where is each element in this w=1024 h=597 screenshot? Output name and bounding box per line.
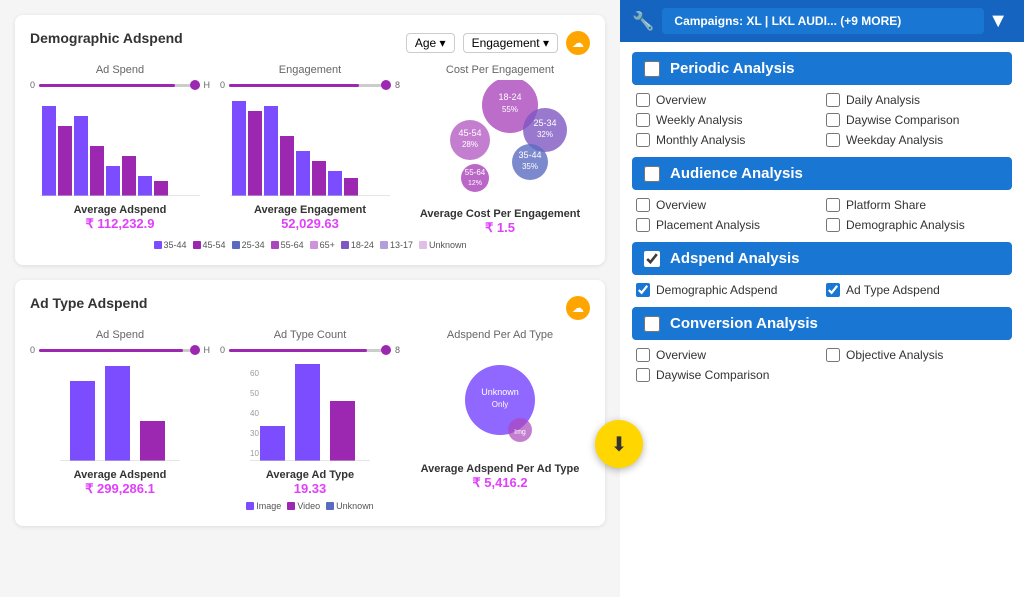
svg-text:35-44: 35-44 <box>518 150 541 160</box>
svg-text:Only: Only <box>492 400 508 409</box>
avg-cpe-value: ₹ 1.5 <box>420 220 580 236</box>
avg-adtype-adspend-label: Average Adspend <box>74 469 167 481</box>
svg-text:50: 50 <box>250 389 259 398</box>
campaigns-button[interactable]: Campaigns: XL | LKL AUDI... (+9 MORE) <box>662 8 984 34</box>
svg-text:55%: 55% <box>502 105 518 114</box>
svg-text:35%: 35% <box>522 162 538 171</box>
periodic-daywise[interactable]: Daywise Comparison <box>826 113 1008 127</box>
conversion-overview[interactable]: Overview <box>636 348 818 362</box>
conversion-checkbox[interactable] <box>644 316 660 332</box>
wrench-icon: 🔧 <box>632 11 654 32</box>
svg-text:Unknown: Unknown <box>481 387 519 397</box>
periodic-daily[interactable]: Daily Analysis <box>826 93 1008 107</box>
conversion-analysis-header[interactable]: Conversion Analysis <box>632 307 1012 340</box>
svg-text:28%: 28% <box>462 140 478 149</box>
avg-adspend-per-adtype-label: Average Adspend Per Ad Type <box>421 463 580 475</box>
adspend-options: Demographic Adspend Ad Type Adspend <box>632 283 1012 297</box>
avg-adtype-count-label: Average Ad Type <box>266 469 354 481</box>
periodic-overview[interactable]: Overview <box>636 93 818 107</box>
svg-text:60: 60 <box>250 369 259 378</box>
svg-text:18-24: 18-24 <box>498 92 521 102</box>
audience-options: Overview Platform Share Placement Analys… <box>632 198 1012 232</box>
svg-text:12%: 12% <box>468 180 482 187</box>
avg-adtype-count-value: 19.33 <box>266 481 354 496</box>
avg-adspend-value: ₹ 112,232.9 <box>74 216 167 232</box>
demographic-adspend-card: Demographic Adspend Age ▾ Engagement ▾ ☁… <box>15 15 605 265</box>
adspend-chart-section: Ad Spend 0 H <box>30 64 210 236</box>
avg-engagement-label: Average Engagement <box>254 204 366 216</box>
svg-text:25-34: 25-34 <box>533 118 556 128</box>
card2-legend: Image Video Unknown <box>30 501 590 511</box>
periodic-monthly[interactable]: Monthly Analysis <box>636 133 818 147</box>
card1-legend: 35-44 45-54 25-34 55-64 65+ 18-24 13-17 … <box>30 240 590 250</box>
cpe-chart-section: Cost Per Engagement 18-24 55% 25-34 32% … <box>410 64 590 236</box>
adspend-per-adtype-section: Adspend Per Ad Type Unknown Only Img Ave… <box>410 329 590 497</box>
card2-title: Ad Type Adspend <box>30 295 147 311</box>
download-fab-button[interactable]: ⬇ <box>595 420 643 468</box>
cpe-label: Cost Per Engagement <box>446 64 554 76</box>
engagement-label: Engagement <box>279 64 341 76</box>
audience-label: Audience Analysis <box>670 165 803 182</box>
svg-text:Img: Img <box>514 429 526 436</box>
right-panel: 🔧 Campaigns: XL | LKL AUDI... (+9 MORE) … <box>620 0 1024 597</box>
conversion-daywise[interactable]: Daywise Comparison <box>636 368 818 382</box>
adspend-per-adtype-label: Adspend Per Ad Type <box>447 329 553 341</box>
periodic-checkbox[interactable] <box>644 61 660 77</box>
adtype-adspend-section: Ad Spend 0 H Average Adspend ₹ 2 <box>30 329 210 497</box>
periodic-analysis-header[interactable]: Periodic Analysis <box>632 52 1012 85</box>
download-icon-card2[interactable]: ☁ <box>566 296 590 320</box>
engagement-dropdown[interactable]: Engagement ▾ <box>463 33 558 53</box>
avg-adtype-adspend-value: ₹ 299,286.1 <box>74 481 167 497</box>
age-dropdown[interactable]: Age ▾ <box>406 33 455 53</box>
svg-text:45-54: 45-54 <box>458 128 481 138</box>
svg-text:32%: 32% <box>537 130 553 139</box>
avg-engagement-value: 52,029.63 <box>254 216 366 231</box>
svg-text:30: 30 <box>250 429 259 438</box>
audience-platform[interactable]: Platform Share <box>826 198 1008 212</box>
adspend-adtype[interactable]: Ad Type Adspend <box>826 283 1008 297</box>
svg-text:40: 40 <box>250 409 259 418</box>
audience-demographic[interactable]: Demographic Analysis <box>826 218 1008 232</box>
audience-overview[interactable]: Overview <box>636 198 818 212</box>
adtype-count-label: Ad Type Count <box>274 329 347 341</box>
adspend-checkbox[interactable] <box>644 251 660 267</box>
card1-controls: Age ▾ Engagement ▾ ☁ <box>406 31 590 55</box>
filter-button[interactable]: ▼ <box>984 10 1012 33</box>
right-top-bar: 🔧 Campaigns: XL | LKL AUDI... (+9 MORE) … <box>620 0 1024 42</box>
periodic-weekday[interactable]: Weekday Analysis <box>826 133 1008 147</box>
svg-text:55-64: 55-64 <box>465 168 486 177</box>
adspend-label: Ad Spend <box>96 64 144 76</box>
adspend-demographic[interactable]: Demographic Adspend <box>636 283 818 297</box>
right-content: Periodic Analysis Overview Daily Analysi… <box>620 42 1024 597</box>
periodic-options: Overview Daily Analysis Weekly Analysis … <box>632 93 1012 147</box>
adtype-adspend-label: Ad Spend <box>96 329 144 341</box>
periodic-weekly[interactable]: Weekly Analysis <box>636 113 818 127</box>
audience-analysis-header[interactable]: Audience Analysis <box>632 157 1012 190</box>
audience-checkbox[interactable] <box>644 166 660 182</box>
avg-adspend-label: Average Adspend <box>74 204 167 216</box>
audience-placement[interactable]: Placement Analysis <box>636 218 818 232</box>
svg-text:10: 10 <box>250 449 259 458</box>
card1-title: Demographic Adspend <box>30 30 183 46</box>
conversion-label: Conversion Analysis <box>670 315 818 332</box>
engagement-chart-section: Engagement 0 8 <box>220 64 400 236</box>
conversion-options: Overview Objective Analysis Daywise Comp… <box>632 348 1012 382</box>
adspend-label: Adspend Analysis <box>670 250 799 267</box>
periodic-label: Periodic Analysis <box>670 60 795 77</box>
download-icon-card1[interactable]: ☁ <box>566 31 590 55</box>
avg-cpe-label: Average Cost Per Engagement <box>420 208 580 220</box>
conversion-objective[interactable]: Objective Analysis <box>826 348 1008 362</box>
adspend-analysis-header[interactable]: Adspend Analysis <box>632 242 1012 275</box>
left-panel: Demographic Adspend Age ▾ Engagement ▾ ☁… <box>0 0 620 597</box>
adtype-adspend-card: Ad Type Adspend ☁ Ad Spend 0 H <box>15 280 605 526</box>
adtype-count-section: Ad Type Count 0 8 60 50 40 <box>220 329 400 497</box>
avg-adspend-per-adtype-value: ₹ 5,416.2 <box>421 475 580 491</box>
